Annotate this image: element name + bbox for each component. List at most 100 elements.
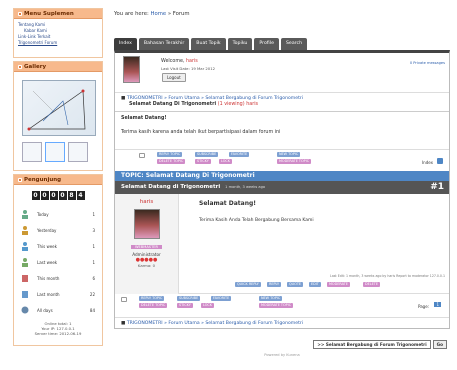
stat-label: All days [37,307,53,313]
tab-my-topics[interactable]: Topiku [227,38,253,50]
gallery-thumb[interactable] [22,142,42,162]
forum-breadcrumb-bottom: ■ TRIGONOMETRI » Forum Utama » Selamat B… [115,318,449,328]
private-messages-link[interactable]: 0 Private messages [410,61,445,65]
favorite-button[interactable]: FAVORITE [211,296,232,301]
moderate-topic-button[interactable]: MODERATE TOPIC [259,303,294,308]
stat-row: This month 6 [17,270,99,286]
breadcrumb-home-link[interactable]: Home [150,11,166,17]
tab-profile[interactable]: Profile [254,38,279,50]
gallery-title: Gallery [24,63,47,70]
stats-title: Pengunjung [24,176,62,183]
welcome-text: Welcome, haris [161,59,198,64]
forum-breadcrumb-text[interactable]: TRIGONOMETRI » Forum Utama » Selamat Ber… [127,96,303,101]
gallery-thumb[interactable] [68,142,88,162]
quick-reply-button[interactable]: QUICK REPLY [235,282,261,287]
index-label[interactable]: Index [422,160,433,165]
menu-box: Menu Suplemen Tentang Kami Kabar Kami Li… [13,8,103,58]
moderate-topic-button[interactable]: MODERATE TOPIC [277,159,312,164]
stat-label: Last month [37,291,60,297]
tab-recent[interactable]: Bahasan Terakhir [138,38,190,50]
tab-index[interactable]: Index [114,38,137,50]
bullet-icon [18,177,22,182]
gallery-image[interactable] [22,80,96,136]
page-number[interactable]: 1 [434,302,441,307]
counter-digit: 8 [67,191,76,200]
edit-button[interactable]: EDIT [309,282,321,287]
online-time: Server time: 2012-06-19 [34,331,82,336]
counter-digit: 4 [76,191,85,200]
stat-value: 22 [89,291,95,297]
delete-topic-button[interactable]: DELETE TOPIC [157,159,186,164]
tab-new-topic[interactable]: Buat Topik [191,38,226,50]
forum-breadcrumb-bottom-text[interactable]: TRIGONOMETRI » Forum Utama » Selamat Ber… [127,321,303,326]
stats-header: Pengunjung [14,175,102,185]
sidebar: Menu Suplemen Tentang Kami Kabar Kami Li… [13,8,103,368]
menu-item[interactable]: Trigonometri Forum [18,40,98,46]
welcome-user[interactable]: haris [186,59,198,64]
page-breadcrumb: You are here: Home » Forum [114,11,190,17]
menu-box-header: Menu Suplemen [14,9,102,19]
viewing-title: Selamat Datang Di Trigonometri [129,102,217,107]
visitor-stats: 0 0 0 0 8 4 Today 1 Yesterday 3 This week 1… [14,185,102,345]
subscribe-button[interactable]: SUBSCRIBE [195,152,219,157]
forum-jump-select[interactable]: >> Selamat Bergabung di Forum Trigonomet… [313,340,431,349]
new-topic-button[interactable]: NEW TOPIC [277,152,301,157]
gallery-thumb[interactable] [45,142,65,162]
viewing-count: (1 viewing) [217,102,245,107]
avatar [123,56,140,83]
sticky-button[interactable]: STICKY [195,159,211,164]
post-number[interactable]: #1 [430,181,444,194]
users-icon [22,242,28,251]
stat-row: All days 84 [17,302,99,318]
reply-button[interactable]: REPLY [267,282,282,287]
folder-icon: ■ [121,321,126,326]
calendar-icon [22,291,28,298]
breadcrumb-current: Forum [172,11,190,17]
delete-topic-button[interactable]: DELETE TOPIC [139,303,168,308]
menu-box-title: Menu Suplemen [24,10,74,17]
topic-preview: Selamat Datang! Terima kasih karena anda… [115,111,449,149]
post-header: Selamat Datang di Trigonometri 1 month, … [115,181,449,194]
stat-row: Last month 22 [17,286,99,302]
stat-row: Today 1 [17,206,99,222]
counter-digit: 0 [40,191,49,200]
author-panel: haris WEBMASTER Administrator ●●●●● Karm… [115,194,179,294]
stat-row: This week 1 [17,238,99,254]
sticky-button[interactable]: STICKY [177,303,193,308]
stats-box: Pengunjung 0 0 0 0 8 4 Today 1 Yesterday 3… [13,174,103,346]
new-topic-button[interactable]: NEW TOPIC [259,296,283,301]
triangle-diagram-icon [27,89,86,131]
stat-value: 1 [92,211,95,217]
lock-button[interactable]: LOCK [219,159,233,164]
stat-label: This week [37,243,57,249]
subscribe-button[interactable]: SUBSCRIBE [177,296,201,301]
post-text: Terima Kasih Anda Telah Bergabung Bersam… [199,218,314,223]
moderate-button[interactable]: MODERATE [327,282,350,287]
breadcrumb-prefix: You are here: [114,11,149,17]
user-icon [22,226,28,235]
next-arrow-icon[interactable] [437,158,443,164]
stat-value: 84 [89,307,95,313]
favorite-button[interactable]: FAVORITE [229,152,250,157]
stat-value: 1 [92,243,95,249]
menu-list: Tentang Kami Kabar Kami Link-Link Terkai… [14,19,102,57]
collapse-icon[interactable] [139,153,145,158]
delete-button[interactable]: DELETE [363,282,380,287]
forum-jump-go-button[interactable]: Go [432,340,447,349]
lock-button[interactable]: LOCK [201,303,215,308]
online-info: Online total: 1 Your IP: 127.0.0.1 Serve… [17,321,99,336]
powered-by[interactable]: Powered by Kunena [114,353,450,357]
author-name[interactable]: haris [115,199,178,205]
viewing-user[interactable]: haris [246,102,258,107]
calendar-icon [22,275,28,282]
quote-button[interactable]: QUOTE [287,282,304,287]
preview-body: Terima kasih karena anda telah ikut berp… [121,130,281,135]
counter-digit: 0 [58,191,67,200]
author-avatar[interactable] [133,209,160,239]
collapse-icon[interactable] [121,297,127,302]
reply-topic-button[interactable]: REPLY TOPIC [157,152,183,157]
logout-button[interactable]: Logout [162,73,186,82]
tab-search[interactable]: Search [280,38,308,50]
gallery [14,72,102,170]
reply-topic-button[interactable]: REPLY TOPIC [139,296,165,301]
